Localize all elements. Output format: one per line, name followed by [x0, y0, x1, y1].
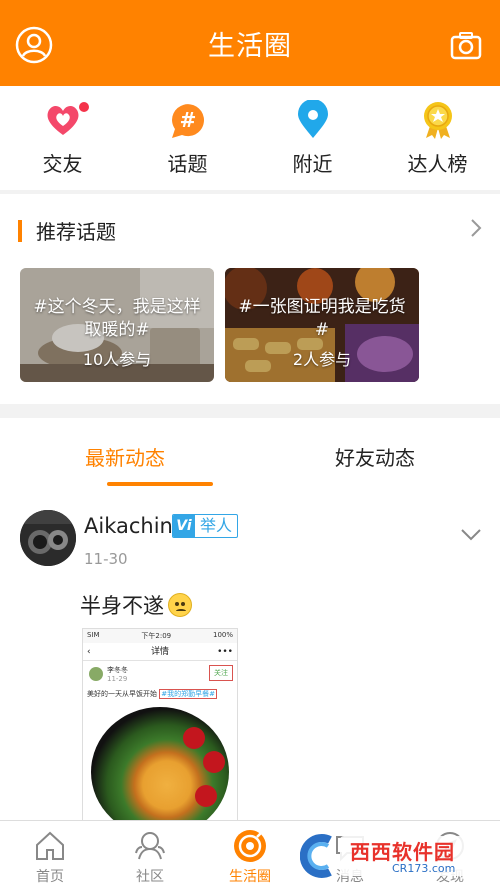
tabbar-discover[interactable]: 发现	[400, 821, 500, 888]
tabbar-life-circle[interactable]: 生活圈	[200, 821, 300, 888]
image-follow-label: 关注	[214, 669, 228, 677]
verified-badge: Vi	[173, 515, 195, 537]
post-time: 11-30	[84, 550, 128, 568]
tabbar-label: 生活圈	[229, 869, 271, 885]
notification-dot	[78, 102, 89, 112]
section-accent-bar	[18, 219, 22, 242]
topic-card[interactable]: #这个冬天，我是这样取暖的# 10人参与	[20, 268, 214, 382]
user-level-badge: Vi 举人	[172, 514, 239, 538]
quicknav-ranking[interactable]: 达人榜	[375, 86, 500, 190]
post-text: 半身不遂	[80, 594, 164, 618]
topic-card-count: 2人参与	[292, 350, 352, 369]
feed-tabs: 最新动态 好友动态	[0, 418, 500, 488]
heart-icon	[43, 100, 89, 140]
tabbar-label: 发现	[436, 869, 464, 885]
tomato	[195, 785, 217, 807]
tab-label: 最新动态	[85, 446, 165, 470]
image-food-plate	[91, 707, 229, 820]
discover-icon	[436, 832, 464, 860]
image-status-right: 100%	[212, 631, 233, 639]
life-circle-icon	[234, 830, 266, 862]
topic-card-title: #一张图证明我是吃货#	[238, 297, 406, 340]
post-username[interactable]: Aikachin	[84, 514, 173, 538]
home-icon	[36, 831, 64, 860]
image-user-row: 李冬冬 11-29 关注	[83, 661, 237, 687]
location-pin-icon	[293, 99, 333, 140]
image-avatar	[89, 667, 103, 681]
post-image[interactable]: SIM 下午2:09 100% ‹ 详情 ••• 李冬冬 11-29 关注 美好…	[82, 628, 238, 820]
chevron-down-icon[interactable]	[460, 528, 482, 542]
topic-card-count: 10人参与	[82, 350, 152, 369]
image-topic-tag: #我的郑勤早餐#	[159, 689, 217, 699]
tabbar-label: 社区	[136, 869, 164, 885]
image-nav-title: 详情	[150, 647, 169, 657]
tabbar-label: 首页	[36, 869, 64, 885]
image-status-bar: SIM 下午2:09 100%	[83, 629, 237, 643]
camera-icon[interactable]	[450, 30, 482, 62]
topic-card[interactable]: #一张图证明我是吃货# 2人参与	[225, 268, 419, 382]
page-title: 生活圈	[208, 30, 292, 62]
image-status-left: SIM	[87, 631, 100, 639]
active-tab-underline	[107, 482, 213, 486]
image-back-icon: ‹	[87, 647, 91, 657]
image-status-time: 下午2:09	[141, 632, 172, 640]
image-username: 李冬冬	[107, 666, 128, 674]
quicknav-nearby[interactable]: 附近	[250, 86, 375, 190]
top-bar: 生活圈	[0, 0, 500, 86]
sad-face-emoji-icon	[168, 593, 192, 617]
svg-text:#: #	[179, 108, 196, 132]
image-more-icon: •••	[217, 647, 233, 657]
community-icon	[135, 832, 165, 860]
quick-nav: 交友 # 话题 附近 达人榜	[0, 86, 500, 190]
feed-section: 最新动态 好友动态 Aikachin Vi 举人 11-30 半身不遂 SIM …	[0, 418, 500, 820]
tabbar-community[interactable]: 社区	[100, 821, 200, 888]
quicknav-label: 达人榜	[407, 152, 468, 176]
image-text-prefix: 美好的一天从早饭开始	[87, 690, 157, 698]
medal-icon	[418, 100, 458, 140]
recommended-topics-section: 推荐话题 #这个冬天，我是这样取暖的# 10人参与 #一张图证明我是吃货# 2人…	[0, 194, 500, 404]
profile-icon[interactable]	[14, 25, 54, 65]
level-title: 举人	[200, 516, 233, 535]
avatar[interactable]	[20, 510, 76, 566]
bottom-tab-bar: 首页 社区 生活圈 消息 发现	[0, 820, 500, 888]
quicknav-label: 话题	[167, 152, 208, 176]
topic-hash-icon: #	[168, 100, 208, 140]
quicknav-label: 交友	[42, 152, 83, 176]
quicknav-friends[interactable]: 交友	[0, 86, 125, 190]
chevron-right-icon[interactable]	[466, 216, 486, 240]
image-post-text: 美好的一天从早饭开始 #我的郑勤早餐#	[83, 687, 237, 701]
quicknav-label: 附近	[292, 152, 333, 176]
tab-latest[interactable]: 最新动态	[0, 418, 250, 488]
section-header: 推荐话题	[18, 216, 116, 245]
image-follow-button: 关注	[209, 665, 233, 681]
tomato	[183, 727, 205, 749]
image-user-time: 11-29	[107, 675, 128, 683]
tabbar-messages[interactable]: 消息	[300, 821, 400, 888]
quicknav-topics[interactable]: # 话题	[125, 86, 250, 190]
tab-label: 好友动态	[335, 446, 415, 470]
post-content: 半身不遂	[80, 590, 192, 620]
tabbar-home[interactable]: 首页	[0, 821, 100, 888]
tabbar-label: 消息	[336, 869, 364, 885]
tomato	[203, 751, 225, 773]
message-icon	[336, 836, 364, 862]
section-title: 推荐话题	[36, 220, 116, 244]
topic-cards: #这个冬天，我是这样取暖的# 10人参与 #一张图证明我是吃货# 2人参与	[20, 268, 419, 382]
image-nav-bar: ‹ 详情 •••	[83, 643, 237, 661]
topic-card-title: #这个冬天，我是这样取暖的#	[33, 297, 201, 340]
tab-friends[interactable]: 好友动态	[250, 418, 500, 488]
avatar-photo	[20, 510, 76, 566]
